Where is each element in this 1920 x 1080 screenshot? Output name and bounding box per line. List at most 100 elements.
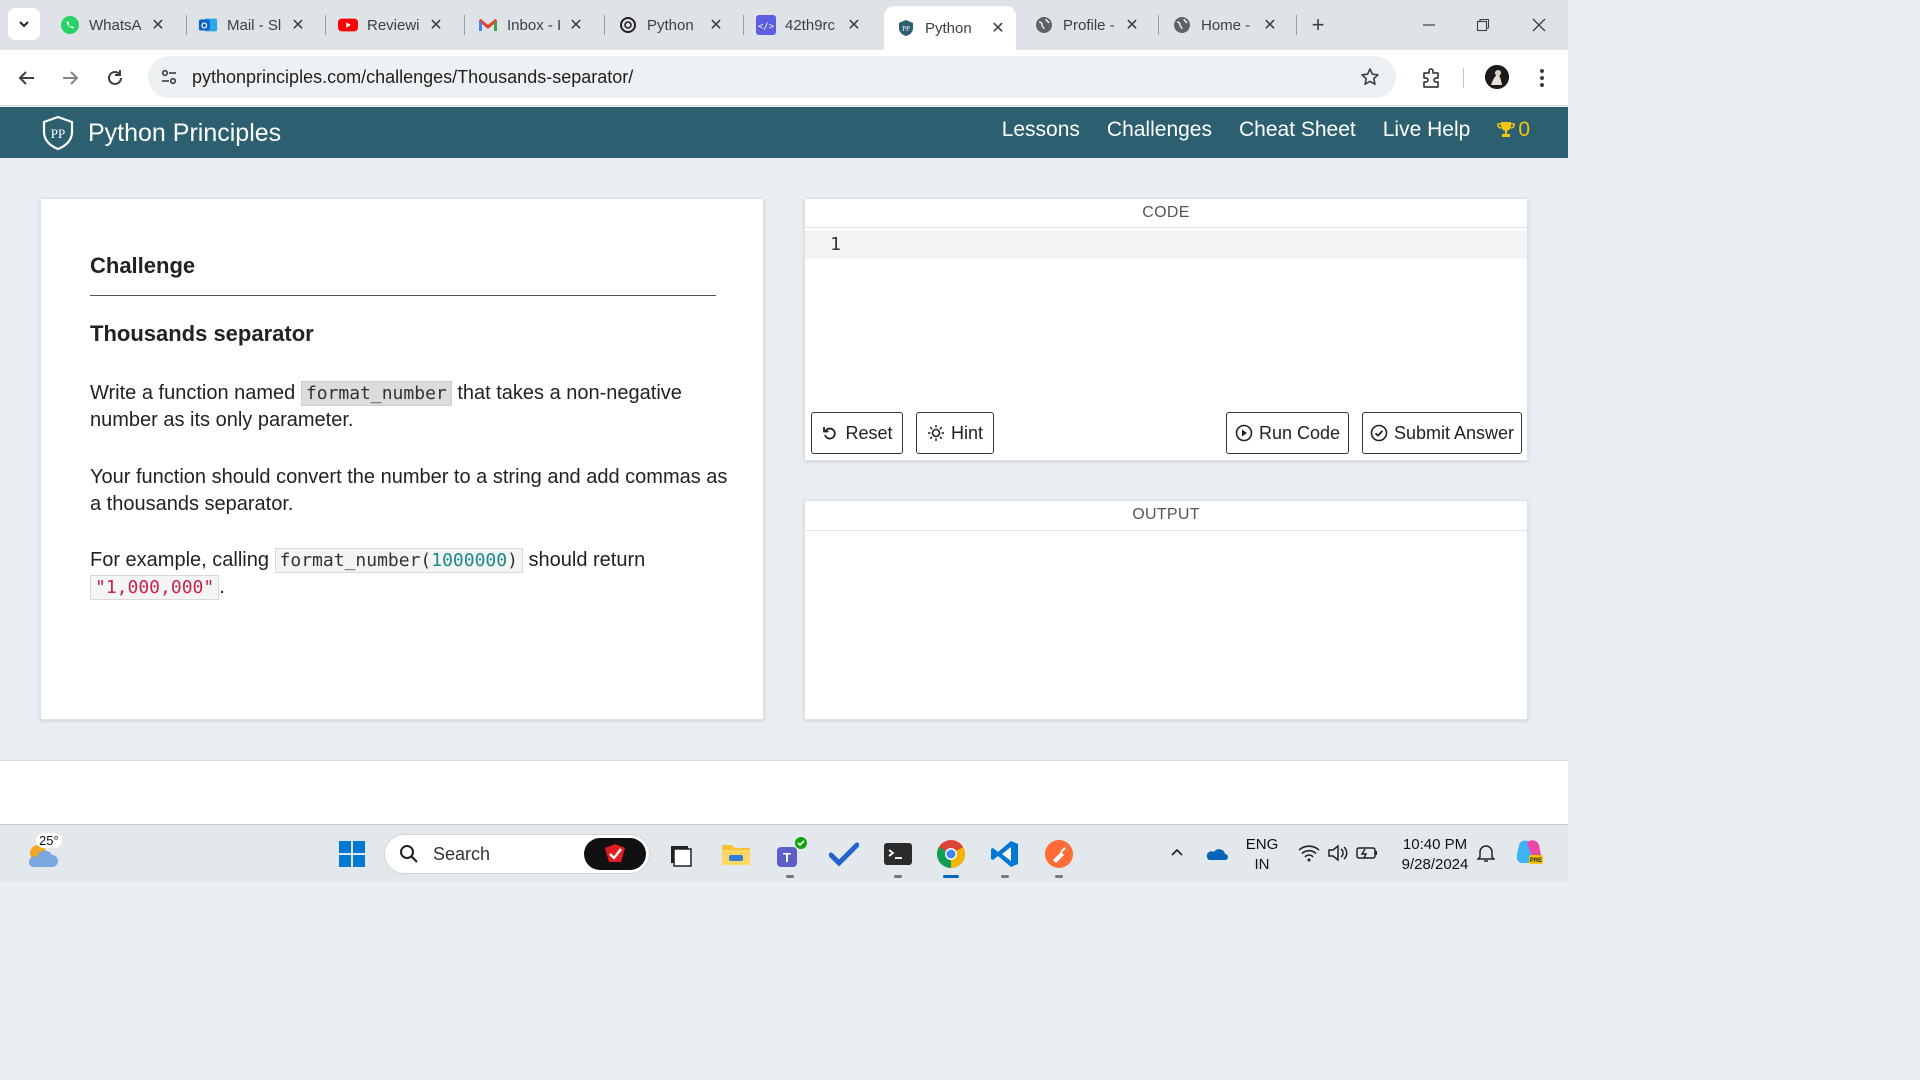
profile-avatar[interactable] — [1485, 65, 1509, 89]
nav-challenges[interactable]: Challenges — [1107, 118, 1212, 142]
close-tab-icon[interactable]: ✕ — [290, 17, 306, 34]
taskbar-app-postman[interactable] — [1039, 834, 1079, 878]
brand-link[interactable]: PP Python Principles — [40, 115, 281, 151]
tab-title: Python — [647, 16, 694, 34]
taskbar-app-teams[interactable]: T — [770, 834, 810, 878]
forward-button[interactable] — [54, 62, 86, 94]
nav-cheat-sheet[interactable]: Cheat Sheet — [1239, 118, 1356, 142]
browser-menu-icon[interactable] — [1530, 64, 1554, 92]
svg-text:PRE: PRE — [1530, 858, 1542, 864]
new-tab-button[interactable]: + — [1305, 12, 1331, 38]
taskbar-app-task-view[interactable] — [660, 834, 700, 874]
language-indicator[interactable]: ENG IN — [1243, 835, 1281, 875]
battery-icon[interactable] — [1355, 841, 1379, 865]
close-tab-icon[interactable]: ✕ — [1262, 17, 1278, 34]
whatsapp-icon — [60, 15, 80, 35]
extensions-icon[interactable] — [1418, 64, 1446, 92]
editor-active-line[interactable] — [849, 231, 1527, 259]
browser-tab-youtube[interactable]: Reviewi ✕ — [326, 6, 454, 44]
restore-button[interactable] — [1468, 10, 1498, 40]
browser-tab-python-principles[interactable]: PP Python ✕ — [884, 6, 1016, 50]
site-settings-icon[interactable] — [158, 66, 180, 88]
browser-tab-profile[interactable]: Profile - ✕ — [1022, 6, 1150, 44]
taskbar-app-todo[interactable] — [824, 834, 864, 874]
toolbar-divider — [1463, 68, 1464, 88]
code-editor[interactable]: 1 — [805, 228, 1527, 403]
code-number: 1000000 — [431, 550, 508, 571]
volume-icon[interactable] — [1326, 841, 1350, 865]
back-button[interactable] — [11, 62, 43, 94]
trophy-score[interactable]: 0 — [1496, 118, 1530, 142]
browser-tab-home[interactable]: Home - ✕ — [1160, 6, 1288, 44]
function-name-code: format_number — [300, 381, 452, 406]
tray-overflow-chevron-icon[interactable] — [1165, 841, 1189, 865]
tab-title: Home - — [1201, 16, 1251, 34]
onedrive-icon[interactable] — [1204, 841, 1228, 865]
language-code: ENG — [1245, 836, 1279, 853]
code-panel: CODE 1 Reset Hint Run Code Submit Answer — [804, 198, 1528, 461]
taskbar-app-chrome[interactable] — [931, 834, 971, 878]
close-icon — [1532, 18, 1546, 32]
postman-icon — [1045, 840, 1073, 868]
hint-button[interactable]: Hint — [916, 412, 994, 454]
close-tab-icon[interactable]: ✕ — [428, 17, 444, 34]
close-tab-icon[interactable]: ✕ — [150, 17, 166, 34]
browser-tab-mail[interactable]: O Mail - Sl ✕ — [186, 6, 316, 44]
run-code-label: Run Code — [1258, 422, 1341, 443]
windows-logo-icon — [339, 841, 365, 867]
code-fn: format_number( — [279, 550, 432, 571]
globe-icon — [1172, 15, 1192, 35]
submit-answer-button[interactable]: Submit Answer — [1362, 412, 1522, 454]
tab-separator — [464, 15, 465, 35]
trophy-icon — [1497, 122, 1516, 137]
chrome-icon — [937, 840, 965, 868]
reload-button[interactable] — [99, 62, 131, 94]
text-fragment: Write a function named — [90, 382, 296, 404]
tab-search-button[interactable] — [8, 8, 40, 40]
reset-icon — [821, 424, 839, 442]
close-tab-icon[interactable]: ✕ — [990, 20, 1006, 37]
nav-lessons[interactable]: Lessons — [1002, 118, 1080, 142]
line-number: 1 — [805, 231, 849, 259]
start-button[interactable] — [332, 834, 372, 874]
browser-tab-chatgpt[interactable]: Python ✕ — [606, 6, 734, 44]
active-indicator — [943, 875, 959, 878]
taskbar-search[interactable]: Search — [384, 834, 650, 874]
minimize-button[interactable] — [1414, 10, 1444, 40]
clock-date: 9/28/2024 — [1401, 856, 1469, 873]
browser-tab-whatsapp[interactable]: WhatsA ✕ — [48, 6, 176, 44]
svg-text:T: T — [783, 850, 791, 865]
copilot-icon[interactable]: PRE — [1514, 837, 1544, 867]
play-circle-icon — [1235, 424, 1253, 442]
browser-tab-gmail[interactable]: Inbox - I ✕ — [466, 6, 594, 44]
run-code-button[interactable]: Run Code — [1226, 412, 1349, 454]
browser-tab-code[interactable]: </> 42th9rc ✕ — [744, 6, 872, 44]
close-window-button[interactable] — [1524, 10, 1554, 40]
taskbar-app-file-explorer[interactable] — [716, 834, 756, 874]
example-result-code: "1,000,000" — [90, 575, 220, 600]
close-tab-icon[interactable]: ✕ — [846, 17, 862, 34]
address-bar[interactable]: pythonprinciples.com/challenges/Thousand… — [148, 56, 1396, 98]
tab-title: Mail - Sl — [227, 16, 282, 34]
close-tab-icon[interactable]: ✕ — [708, 17, 724, 34]
taskbar-app-terminal[interactable] — [878, 834, 918, 878]
taskbar-app-vscode[interactable] — [985, 834, 1025, 878]
search-highlight-icon — [584, 838, 646, 870]
code-panel-label: CODE — [1142, 204, 1190, 221]
python-principles-icon: PP — [896, 18, 916, 38]
globe-icon — [1034, 15, 1054, 35]
outlook-icon: O — [198, 15, 218, 35]
checkmark-todo-icon — [829, 842, 859, 867]
close-tab-icon[interactable]: ✕ — [1124, 17, 1140, 34]
site-nav: Lessons Challenges Cheat Sheet Live Help… — [975, 118, 1530, 142]
clock[interactable]: 10:40 PM 9/28/2024 — [1392, 835, 1478, 875]
bookmark-star-icon[interactable] — [1358, 65, 1382, 89]
tab-title: Inbox - I — [507, 16, 562, 34]
nav-live-help[interactable]: Live Help — [1383, 118, 1471, 142]
notifications-bell-icon[interactable] — [1474, 841, 1498, 865]
close-tab-icon[interactable]: ✕ — [568, 17, 584, 34]
minimize-icon — [1423, 24, 1435, 26]
reload-icon — [108, 70, 122, 85]
wifi-icon[interactable] — [1297, 841, 1321, 865]
reset-button[interactable]: Reset — [811, 412, 903, 454]
